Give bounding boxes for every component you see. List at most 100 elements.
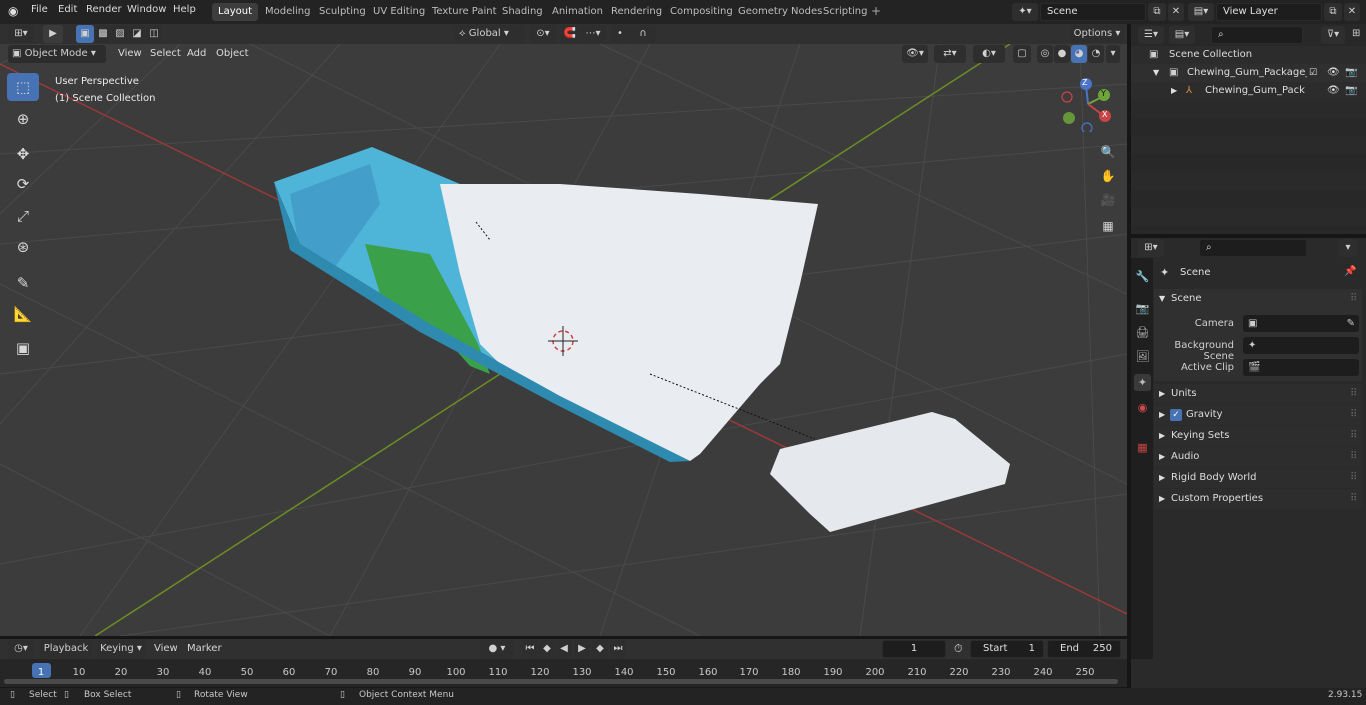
- tab-texture-paint[interactable]: Texture Paint: [426, 3, 503, 21]
- jump-start-icon[interactable]: ⏮: [522, 640, 538, 658]
- filter-icon[interactable]: ⊽▾: [1321, 26, 1345, 44]
- timeline-menu-marker[interactable]: Marker: [187, 643, 222, 654]
- gravity-panel-header[interactable]: ▶ ✓ Gravity ⠿: [1154, 405, 1362, 425]
- rendered-shading-icon[interactable]: ◔: [1088, 45, 1104, 63]
- end-frame-field[interactable]: End 250: [1047, 640, 1121, 658]
- outliner-row-object[interactable]: ▶ ⅄ Chewing_Gum_Package_ 👁 📷: [1131, 82, 1366, 100]
- keying-sets-panel-header[interactable]: ▶ Keying Sets ⠿: [1154, 426, 1362, 446]
- eye-icon[interactable]: 👁: [1327, 82, 1340, 100]
- play-reverse-icon[interactable]: ◀: [556, 640, 572, 658]
- play-icon[interactable]: ▶: [574, 640, 590, 658]
- view-layer-field[interactable]: View Layer: [1216, 3, 1322, 21]
- orientation-dropdown[interactable]: ⟡ Global ▾: [455, 25, 525, 43]
- jump-end-icon[interactable]: ⏭: [610, 640, 626, 658]
- tab-rendering[interactable]: Rendering: [605, 3, 668, 21]
- cursor-tool-icon[interactable]: ⊕: [7, 105, 39, 133]
- background-scene-field[interactable]: ✦: [1243, 337, 1359, 354]
- delete-view-layer-icon[interactable]: ✕: [1344, 3, 1360, 21]
- exclude-checkbox-icon[interactable]: ☑: [1309, 64, 1317, 82]
- menu-help[interactable]: Help: [173, 4, 196, 15]
- snap-target-icon[interactable]: ⋯▾: [580, 25, 606, 43]
- tab-modeling[interactable]: Modeling: [259, 3, 317, 21]
- rigid-body-world-panel-header[interactable]: ▶ Rigid Body World ⠿: [1154, 468, 1362, 488]
- prev-keyframe-icon[interactable]: ◆: [539, 640, 555, 658]
- package-lid[interactable]: [770, 412, 1010, 532]
- snap-toggle-icon[interactable]: 🧲: [561, 25, 579, 43]
- select-invert-icon[interactable]: ◪: [129, 25, 145, 43]
- viewport-menu-select[interactable]: Select: [150, 48, 181, 59]
- tab-sculpting[interactable]: Sculpting: [313, 3, 372, 21]
- drag-handle-icon[interactable]: ⠿: [1350, 384, 1357, 404]
- world-tab-icon[interactable]: ◉: [1134, 399, 1151, 416]
- outliner-row-collection[interactable]: ▼ ▣ Chewing_Gum_Package_Ope ☑ 👁 📷: [1131, 64, 1366, 82]
- select-extend-icon[interactable]: ▩: [95, 25, 111, 43]
- expand-chevron-icon[interactable]: ▶: [1171, 82, 1177, 100]
- menu-file[interactable]: File: [31, 4, 48, 15]
- pin-icon[interactable]: 📌: [1344, 266, 1356, 277]
- timeline-editor-type-icon[interactable]: ◷▾: [8, 640, 34, 658]
- scene-tab-icon[interactable]: ✦: [1134, 374, 1151, 391]
- viewport-menu-add[interactable]: Add: [187, 48, 206, 59]
- solid-shading-icon[interactable]: ●: [1054, 45, 1070, 63]
- drag-handle-icon[interactable]: ⠿: [1350, 468, 1357, 488]
- outliner-row-scene-collection[interactable]: ▣ Scene Collection: [1131, 46, 1366, 64]
- outliner-editor-type-icon[interactable]: ☰▾: [1138, 26, 1164, 44]
- properties-search-input[interactable]: ⌕: [1199, 239, 1307, 257]
- eyedropper-icon[interactable]: ✎: [1347, 315, 1355, 332]
- outliner-search-input[interactable]: ⌕: [1211, 26, 1303, 44]
- options-dropdown[interactable]: Options ▾: [1070, 25, 1124, 43]
- output-tab-icon[interactable]: 🖨: [1134, 324, 1151, 341]
- menu-window[interactable]: Window: [127, 4, 166, 15]
- drag-handle-icon[interactable]: ⠿: [1350, 405, 1357, 425]
- audio-panel-header[interactable]: ▶ Audio ⠿: [1154, 447, 1362, 467]
- tab-compositing[interactable]: Compositing: [664, 3, 739, 21]
- proportional-falloff-icon[interactable]: ∩: [630, 25, 656, 43]
- scene-name-field[interactable]: Scene: [1040, 3, 1146, 21]
- stopwatch-icon[interactable]: ⏱: [954, 642, 963, 656]
- drag-handle-icon[interactable]: ⠿: [1350, 447, 1357, 467]
- camera-render-icon[interactable]: 📷: [1345, 64, 1357, 82]
- drag-handle-icon[interactable]: ⠿: [1350, 426, 1357, 446]
- select-box-tool-icon[interactable]: ⬚: [7, 73, 39, 101]
- tool-tab-icon[interactable]: 🔧: [1134, 268, 1151, 285]
- menu-edit[interactable]: Edit: [58, 4, 77, 15]
- add-workspace-button[interactable]: +: [871, 4, 881, 18]
- navigation-gizmo[interactable]: Z Y X: [1060, 76, 1116, 134]
- overlay-toggle-icon[interactable]: ◐▾: [973, 45, 1005, 63]
- material-shading-icon[interactable]: ◕: [1071, 45, 1087, 63]
- scale-tool-icon[interactable]: ⤢: [7, 202, 39, 230]
- camera-view-icon[interactable]: 🎥: [1098, 190, 1118, 210]
- drag-handle-icon[interactable]: ⠿: [1350, 489, 1357, 509]
- shading-options-icon[interactable]: ▾: [1106, 45, 1120, 63]
- mode-dropdown[interactable]: ▣ Object Mode ▾: [8, 45, 106, 63]
- eye-icon[interactable]: 👁: [1327, 64, 1340, 82]
- move-tool-icon[interactable]: ✥: [7, 140, 39, 168]
- keying-menu[interactable]: Keying ▾: [97, 640, 145, 658]
- viewport-menu-object[interactable]: Object: [216, 48, 249, 59]
- visibility-icon[interactable]: 👁▾: [902, 45, 928, 63]
- zoom-icon[interactable]: 🔍: [1098, 142, 1118, 162]
- timeline-scrollbar[interactable]: [4, 679, 1118, 684]
- render-tab-icon[interactable]: 📷: [1134, 300, 1151, 317]
- select-new-icon[interactable]: ▣: [76, 25, 94, 43]
- ortho-grid-icon[interactable]: ▦: [1098, 216, 1118, 236]
- tab-uv-editing[interactable]: UV Editing: [367, 3, 431, 21]
- menu-render[interactable]: Render: [86, 4, 122, 15]
- transform-tool-icon[interactable]: ⊛: [7, 233, 39, 261]
- tab-shading[interactable]: Shading: [496, 3, 549, 21]
- camera-render-icon[interactable]: 📷: [1345, 82, 1357, 100]
- annotate-tool-icon[interactable]: ✎: [7, 269, 39, 297]
- select-intersect-icon[interactable]: ◫: [146, 25, 162, 43]
- viewport-menu-view[interactable]: View: [118, 48, 142, 59]
- pan-hand-icon[interactable]: ✋: [1098, 166, 1118, 186]
- timeline-menu-view[interactable]: View: [154, 643, 178, 654]
- expand-chevron-icon[interactable]: ▼: [1153, 64, 1159, 82]
- editor-type-icon[interactable]: ⊞▾: [8, 25, 34, 43]
- tab-layout[interactable]: Layout: [212, 3, 258, 21]
- current-frame-field[interactable]: 1: [882, 640, 946, 658]
- properties-options-icon[interactable]: ▾: [1339, 239, 1357, 257]
- tab-geometry-nodes[interactable]: Geometry Nodes: [732, 3, 828, 21]
- wireframe-shading-icon[interactable]: ◎: [1037, 45, 1053, 63]
- blender-logo-icon[interactable]: ◉: [8, 4, 18, 18]
- select-subtract-icon[interactable]: ▨: [112, 25, 128, 43]
